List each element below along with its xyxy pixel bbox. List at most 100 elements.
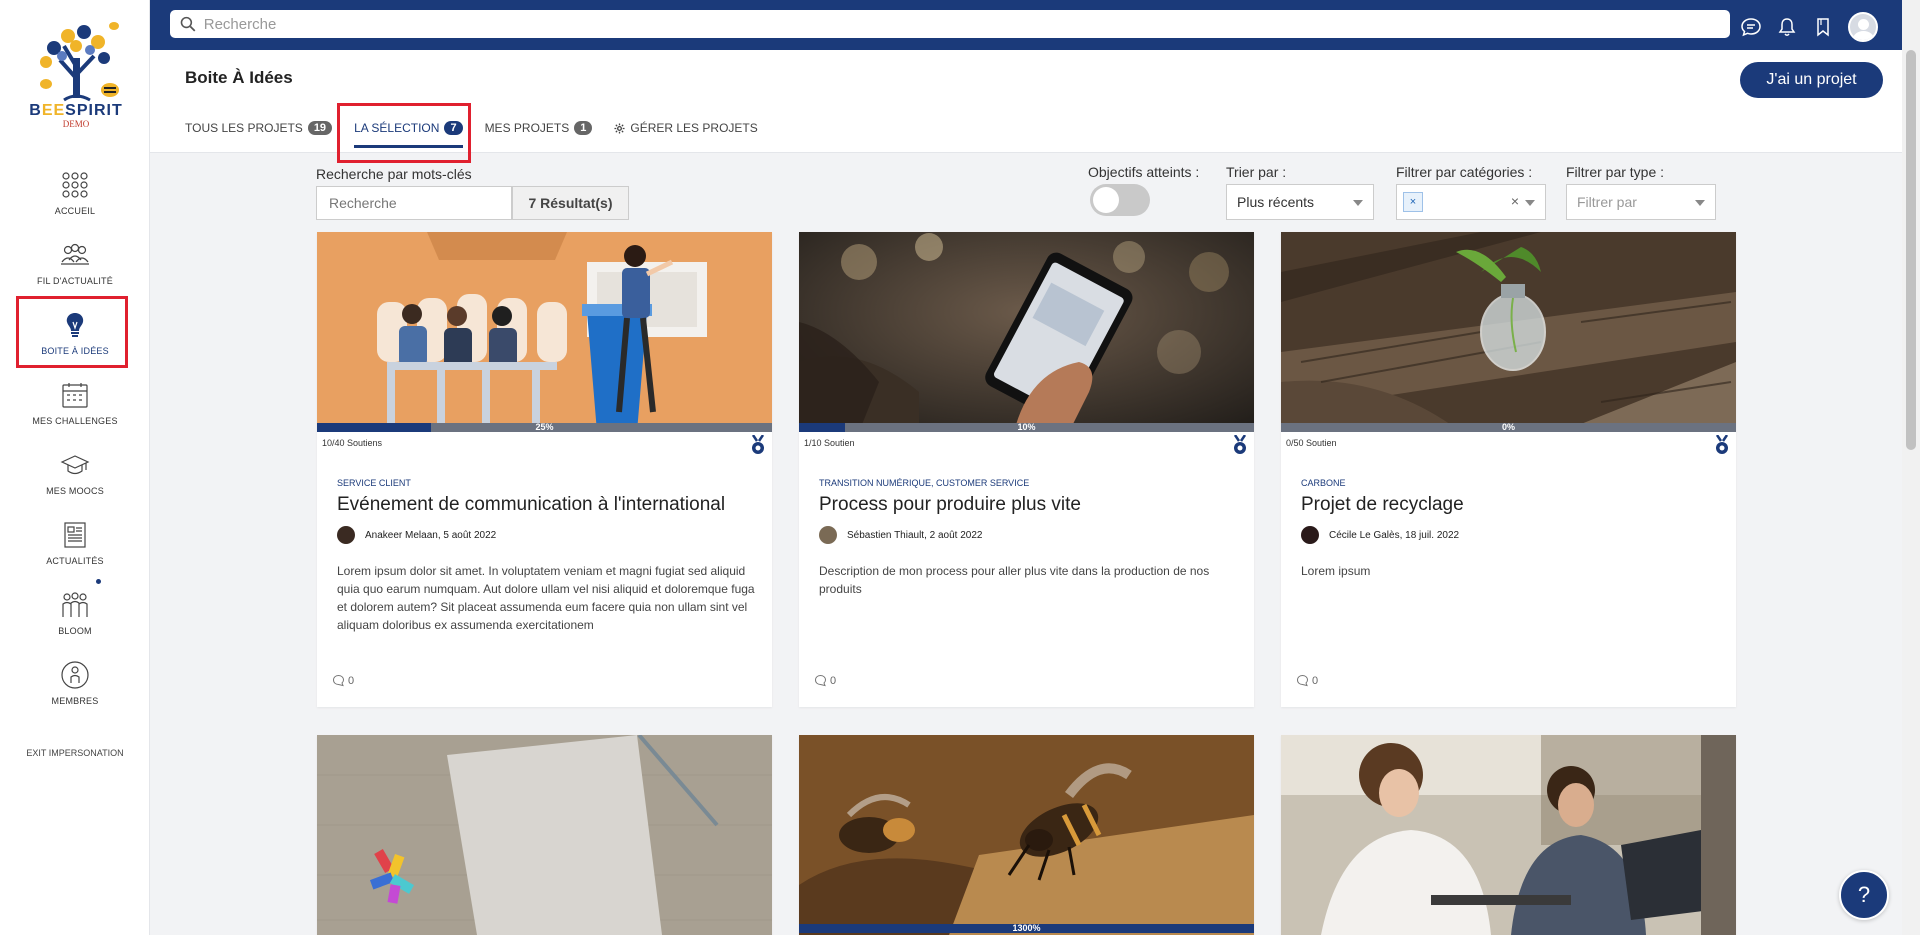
project-date: , 2 août 2022	[924, 529, 983, 541]
category-select[interactable]: × ×	[1396, 184, 1546, 220]
caret-down-icon	[1353, 200, 1363, 206]
global-search-input[interactable]	[203, 15, 1730, 33]
top-icons	[1740, 12, 1878, 42]
exit-impersonation-link[interactable]: EXIT IMPERSONATION	[0, 748, 150, 758]
user-avatar[interactable]	[1848, 12, 1878, 42]
highlight-box-tab	[337, 103, 471, 163]
comments-count[interactable]: 0	[1296, 674, 1318, 687]
scrollbar-thumb[interactable]	[1906, 50, 1916, 450]
global-search[interactable]	[170, 10, 1730, 38]
type-select[interactable]: Filtrer par	[1566, 184, 1716, 220]
sidebar-item-label: BLOOM	[58, 626, 92, 636]
author-name: Anakeer Melaan	[365, 529, 438, 541]
sort-select[interactable]: Plus récents	[1226, 184, 1374, 220]
objectives-label: Objectifs atteints :	[1088, 164, 1200, 180]
comment-icon	[814, 674, 827, 687]
newspaper-icon	[64, 522, 86, 548]
project-title[interactable]: Process pour produire plus vite	[819, 494, 1081, 516]
chat-icon[interactable]	[1740, 16, 1762, 38]
objectives-toggle[interactable]	[1090, 184, 1150, 216]
project-title[interactable]: Evénement de communication à l'internati…	[337, 494, 725, 516]
conference-illustration	[317, 232, 772, 432]
comment-icon	[1296, 674, 1309, 687]
project-image	[1281, 232, 1736, 432]
project-author[interactable]: Sébastien Thiault , 2 août 2022	[819, 526, 982, 544]
bookmark-icon[interactable]	[1812, 16, 1834, 38]
sidebar-item-label: MES MOOCS	[46, 486, 104, 496]
progress-bar: 0%	[1281, 422, 1736, 432]
member-icon	[61, 661, 89, 689]
category-chip-remove[interactable]: ×	[1403, 192, 1423, 212]
sidebar-item-label: ACCUEIL	[54, 206, 96, 216]
medal-icon[interactable]	[750, 435, 766, 455]
phone-photo	[799, 232, 1254, 432]
count-badge: 19	[307, 121, 333, 135]
bell-icon[interactable]	[1776, 16, 1798, 38]
progress-bar: 1300%	[799, 923, 1254, 933]
sidebar-item-label: MES CHALLENGES	[32, 416, 118, 426]
comments-count[interactable]: 0	[814, 674, 836, 687]
project-card[interactable]: 25% 10/40 Soutiens SERVICE CLIENT Evénem…	[317, 232, 772, 707]
supports-count: 0/50 Soutien	[1286, 438, 1337, 448]
grid-dots-icon	[62, 172, 88, 198]
brand-logo[interactable]: BEESPIRIT DEMO	[24, 18, 128, 130]
top-bar	[150, 0, 1902, 50]
tab-mes-projets[interactable]: MES PROJETS 1	[485, 118, 593, 138]
comments-count[interactable]: 0	[332, 674, 354, 687]
project-card[interactable]	[1281, 735, 1736, 935]
help-button[interactable]: ?	[1839, 870, 1889, 920]
medal-icon[interactable]	[1714, 435, 1730, 455]
sidebar-item-membres[interactable]: MEMBRES	[0, 660, 150, 724]
author-avatar	[819, 526, 837, 544]
project-card[interactable]: 10% 1/10 Soutien TRANSITION NUMÉRIQUE, C…	[799, 232, 1254, 707]
project-description: Lorem ipsum dolor sit amet. In voluptate…	[337, 564, 755, 632]
sidebar-item-accueil[interactable]: ACCUEIL	[0, 170, 150, 234]
project-card[interactable]	[317, 735, 772, 935]
author-name: Sébastien Thiault	[847, 529, 925, 541]
supports-count: 1/10 Soutien	[804, 438, 855, 448]
type-placeholder: Filtrer par	[1577, 194, 1637, 210]
page-title: Boite À Idées	[185, 68, 293, 87]
new-project-button[interactable]: J'ai un projet	[1740, 62, 1883, 98]
tab-tous-les-projets[interactable]: TOUS LES PROJETS 19	[185, 118, 333, 138]
author-avatar	[1301, 526, 1319, 544]
sort-label: Trier par :	[1226, 164, 1287, 180]
sidebar-item-challenges[interactable]: MES CHALLENGES	[0, 380, 150, 444]
tab-gerer-les-projets[interactable]: GÉRER LES PROJETS	[614, 118, 758, 138]
project-tabs: TOUS LES PROJETS 19 LA SÉLECTION 7 MES P…	[185, 118, 780, 148]
keyword-search-input[interactable]	[316, 186, 512, 220]
sidebar-item-moocs[interactable]: MES MOOCS	[0, 450, 150, 514]
comments-value: 0	[1312, 674, 1319, 687]
sidebar-item-label: MEMBRES	[51, 696, 99, 706]
project-image	[799, 232, 1254, 432]
project-author[interactable]: Cécile Le Galès , 18 juil. 2022	[1301, 526, 1459, 544]
caret-down-icon	[1695, 200, 1705, 206]
group-icon	[62, 592, 88, 617]
page-scrollbar[interactable]	[1902, 0, 1920, 935]
project-image	[1281, 735, 1736, 935]
sidebar-item-fil[interactable]: FIL D'ACTUALITÉ	[0, 240, 150, 304]
tab-label: MES PROJETS	[484, 121, 570, 135]
comments-value: 0	[348, 674, 355, 687]
progress-bar: 10%	[799, 422, 1254, 432]
brand-sub: DEMO	[62, 119, 90, 129]
project-category: TRANSITION NUMÉRIQUE, CUSTOMER SERVICE	[819, 478, 1030, 488]
lightbulb-photo	[1281, 232, 1736, 432]
category-label: Filtrer par catégories :	[1396, 164, 1533, 180]
progress-bar: 25%	[317, 422, 772, 432]
sidebar: BEESPIRIT DEMO ACCUEIL FIL D'ACTUALITÉ B…	[0, 0, 150, 935]
gear-icon	[614, 122, 625, 134]
type-label: Filtrer par type :	[1566, 164, 1665, 180]
clear-icon[interactable]: ×	[1511, 193, 1519, 209]
count-badge: 1	[574, 121, 593, 135]
project-card[interactable]: 0% 0/50 Soutien CARBONE Projet de recycl…	[1281, 232, 1736, 707]
filters-bar: Recherche par mots-clés 7 Résultat(s) Ob…	[316, 163, 1736, 223]
project-card[interactable]: 1300%	[799, 735, 1254, 935]
project-title[interactable]: Projet de recyclage	[1301, 494, 1464, 516]
sidebar-item-actualites[interactable]: ACTUALITÉS	[0, 520, 150, 584]
project-author[interactable]: Anakeer Melaan , 5 août 2022	[337, 526, 496, 544]
sort-value: Plus récents	[1237, 194, 1315, 210]
medal-icon[interactable]	[1232, 435, 1248, 455]
sidebar-item-bloom[interactable]: BLOOM	[0, 590, 150, 654]
highlight-box-sidebar	[16, 296, 128, 368]
